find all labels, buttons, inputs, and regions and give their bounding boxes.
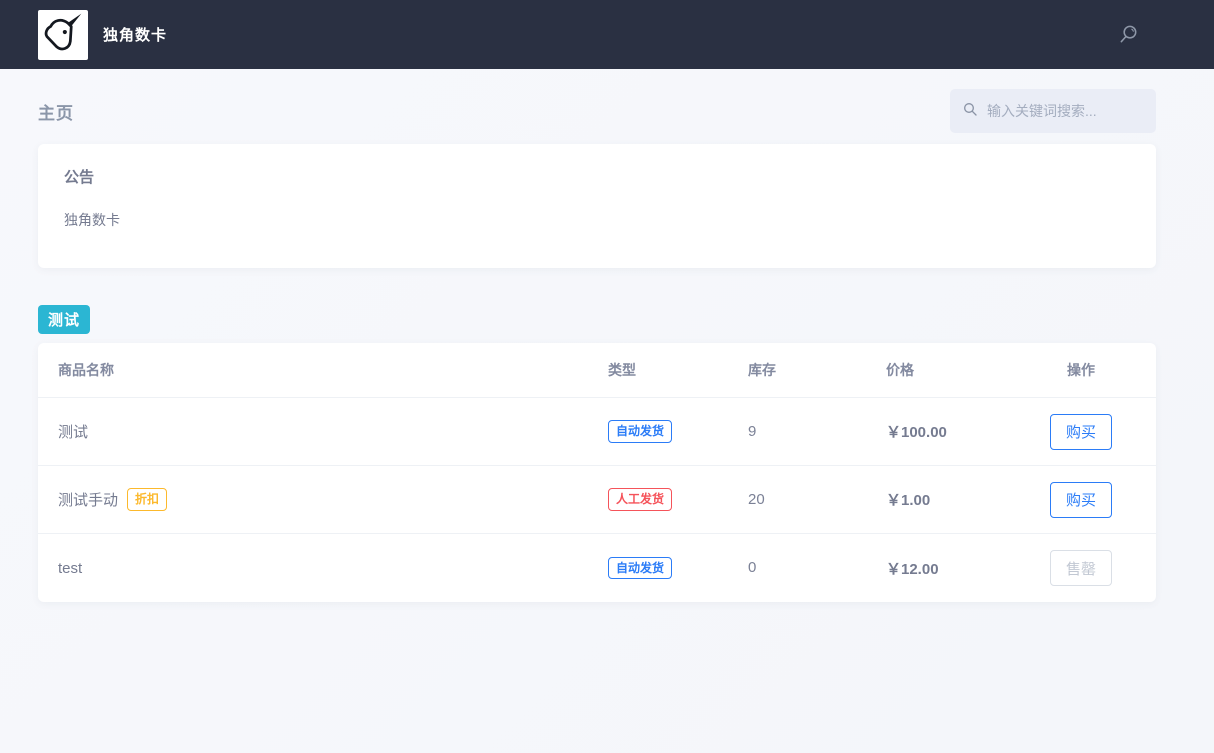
stock-value: 9: [748, 423, 756, 440]
announcement-card: 公告 独角数卡: [38, 144, 1156, 268]
announcement-body: 独角数卡: [64, 210, 1130, 230]
goods-name: 测试: [58, 421, 88, 442]
header-action: 操作: [1026, 360, 1136, 380]
page-title: 主页: [38, 99, 74, 124]
header-type: 类型: [608, 360, 748, 380]
price-value: ￥1.00: [886, 492, 930, 509]
header-goods-name: 商品名称: [58, 360, 608, 380]
table-row: 测试 自动发货 9 ￥100.00 购买: [38, 398, 1156, 466]
brand-logo[interactable]: [38, 10, 88, 60]
group-badge: 测试: [38, 305, 90, 334]
search-input[interactable]: [987, 103, 1144, 119]
stock-value: 0: [748, 559, 756, 576]
delivery-type-badge: 自动发货: [608, 557, 672, 579]
search-icon: [962, 101, 978, 122]
page-head-row: 主页: [38, 89, 1156, 133]
main-content: 主页 公告 独角数卡 测试 商品名称 类型 库存 价格 操作: [0, 89, 1214, 602]
table-row: test 自动发货 0 ￥12.00 售罄: [38, 534, 1156, 602]
goods-table: 商品名称 类型 库存 价格 操作 测试 自动发货 9 ￥100.00 购买: [38, 343, 1156, 602]
table-header-row: 商品名称 类型 库存 价格 操作: [38, 343, 1156, 398]
goods-name: 测试手动: [58, 489, 118, 510]
app-title: 独角数卡: [103, 24, 167, 45]
delivery-type-badge: 人工发货: [608, 488, 672, 510]
soldout-button: 售罄: [1050, 550, 1112, 586]
header-price: 价格: [886, 360, 1026, 380]
table-row: 测试手动 折扣 人工发货 20 ￥1.00 购买: [38, 466, 1156, 534]
top-navbar: 独角数卡: [0, 0, 1214, 69]
header-stock: 库存: [748, 360, 886, 380]
unicorn-logo-icon: [41, 10, 85, 59]
stock-value: 20: [748, 491, 765, 508]
discount-badge: 折扣: [127, 488, 167, 510]
delivery-type-badge: 自动发货: [608, 420, 672, 442]
price-value: ￥12.00: [886, 561, 939, 578]
buy-button[interactable]: 购买: [1050, 482, 1112, 518]
buy-button[interactable]: 购买: [1050, 414, 1112, 450]
goods-name: test: [58, 560, 82, 577]
announcement-title: 公告: [64, 166, 1130, 187]
keyword-search-box[interactable]: [950, 89, 1156, 133]
navbar-search-icon[interactable]: [1117, 23, 1140, 46]
price-value: ￥100.00: [886, 424, 947, 441]
